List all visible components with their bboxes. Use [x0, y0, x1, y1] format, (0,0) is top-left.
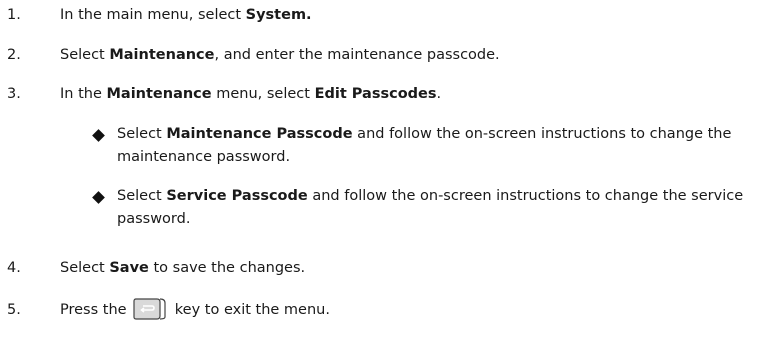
step-text-plain: to save the changes. [148, 260, 306, 276]
step-text-bold: Edit Passcodes [314, 86, 437, 102]
step-text-bold: Maintenance [109, 47, 215, 63]
step-text: Select Maintenance, and enter the mainte… [60, 43, 500, 67]
bullet-text-plain: Select [117, 188, 167, 204]
step-text: Select Save to save the changes. [60, 256, 305, 280]
step-text-bold: System. [245, 7, 312, 23]
step-text-bold: Maintenance [106, 86, 212, 102]
back-key-icon [133, 297, 167, 321]
step-text-plain: In the [60, 86, 107, 102]
step-text-plain: key to exit the menu. [170, 302, 330, 318]
step-number: 4. [7, 260, 21, 276]
step-text-plain: , and enter the maintenance passcode. [214, 47, 500, 63]
bullet-text-bold: Service Passcode [166, 188, 308, 204]
step-number: 1. [7, 7, 21, 23]
step-text-plain: menu, select [211, 86, 315, 102]
bullet-item: Select Maintenance Passcode and follow t… [117, 123, 757, 169]
step-text-plain: . [436, 86, 442, 102]
bullet-text-plain: Select [117, 126, 167, 142]
diamond-bullet-icon [92, 191, 105, 204]
step-text-plain: In the main menu, select [60, 7, 246, 23]
step-text: Press the key to exit the menu. [60, 295, 330, 325]
step-number: 3. [7, 86, 21, 102]
step-number: 2. [7, 47, 21, 63]
step-text: In the Maintenance menu, select Edit Pas… [60, 82, 441, 106]
diamond-bullet-icon [92, 129, 105, 142]
bullet-text-bold: Maintenance Passcode [166, 126, 353, 142]
step-text-plain: Select [60, 260, 110, 276]
step-number: 5. [7, 302, 21, 318]
step-text: In the main menu, select System. [60, 3, 312, 27]
step-text-plain: Press the [60, 302, 132, 318]
bullet-item: Select Service Passcode and follow the o… [117, 185, 757, 231]
step-text-bold: Save [109, 260, 149, 276]
step-text-plain: Select [60, 47, 110, 63]
